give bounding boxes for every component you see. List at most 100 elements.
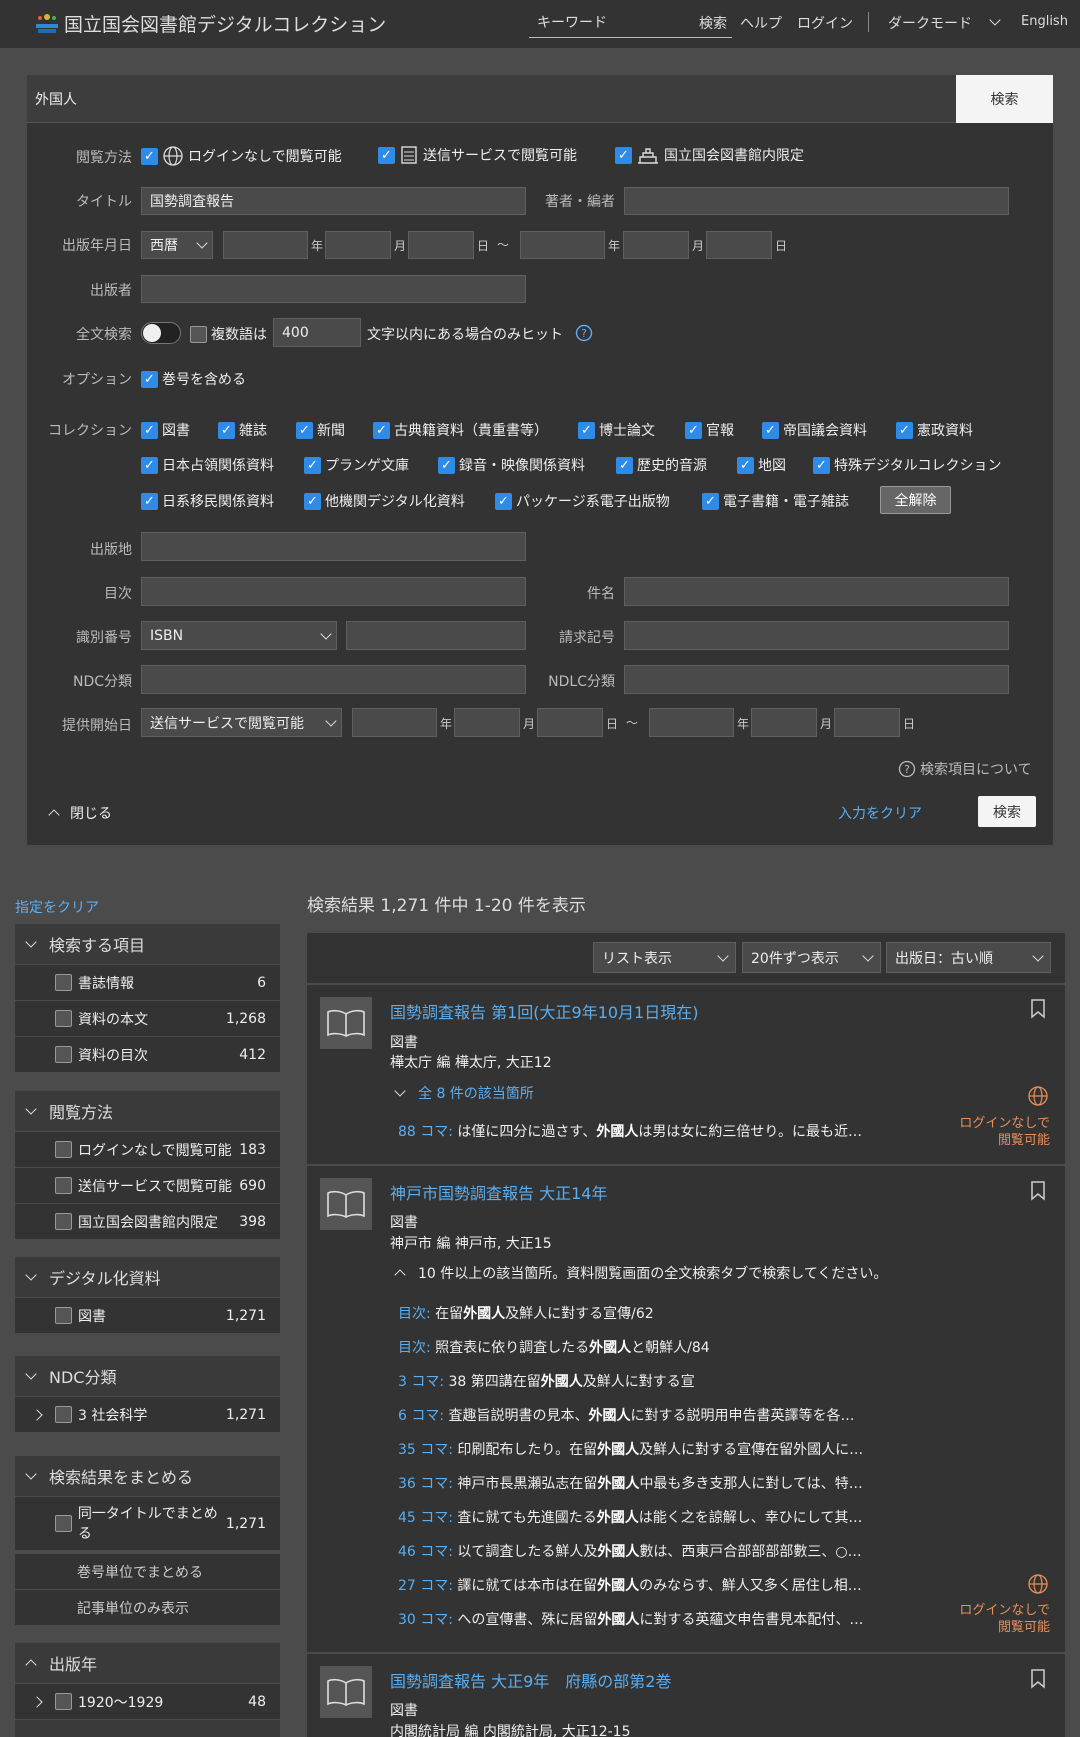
collection-item[interactable]: ✓ 帝国議会資料 <box>762 420 867 440</box>
checkbox-unchecked[interactable] <box>55 1406 72 1423</box>
checkbox-checked[interactable]: ✓ <box>141 492 158 510</box>
toc-input[interactable] <box>141 577 526 606</box>
checkbox-checked[interactable]: ✓ <box>616 456 633 474</box>
hits-toggle[interactable]: 全 8 件の該当箇所 <box>394 1083 534 1103</box>
checkbox-unchecked[interactable] <box>55 1307 72 1324</box>
id-input[interactable] <box>346 621 526 650</box>
checkbox-unchecked[interactable] <box>55 974 72 991</box>
collection-item[interactable]: ✓ プランゲ文庫 <box>304 455 409 475</box>
snippet[interactable]: 45 コマ: 査に就ても先進國たる外國人は能く之を諒解し、幸ひにして其… <box>398 1507 862 1527</box>
collection-item[interactable]: ✓ 憲政資料 <box>896 420 973 440</box>
collection-item[interactable]: ✓ 古典籍資料（貴重書等） <box>373 420 548 440</box>
close-panel-button[interactable]: 閉じる <box>48 803 112 823</box>
book-thumbnail-icon[interactable] <box>320 1178 372 1230</box>
facet-item[interactable]: 図書 1,271 <box>15 1297 280 1333</box>
facet-item[interactable]: 国立国会図書館内限定 398 <box>15 1203 280 1239</box>
facet-item[interactable]: 資料の本文 1,268 <box>15 1000 280 1036</box>
query-search-button[interactable]: 検索 <box>956 75 1053 123</box>
callno-input[interactable] <box>624 621 1009 650</box>
facet-item[interactable]: 資料の目次 412 <box>15 1036 280 1072</box>
pubdate-to-year[interactable] <box>520 231 605 259</box>
facet-item[interactable]: 書誌情報 6 <box>15 964 280 1000</box>
chevron-right-icon[interactable] <box>31 1695 43 1708</box>
facet-header[interactable]: 出版年 <box>15 1643 280 1683</box>
help-circle-icon[interactable]: ? <box>575 324 593 342</box>
checkbox-checked[interactable]: ✓ <box>304 492 321 510</box>
multi-word-checkbox[interactable]: 複数語は <box>190 324 267 344</box>
english-link[interactable]: English <box>1021 14 1068 29</box>
collection-item[interactable]: ✓ 雑誌 <box>218 420 267 440</box>
checkbox-checked[interactable]: ✓ <box>737 456 754 474</box>
snippet-key[interactable]: 27 コマ: <box>398 1578 453 1594</box>
checkbox-checked[interactable]: ✓ <box>685 421 702 439</box>
collection-item[interactable]: ✓ 特殊デジタルコレクション <box>813 455 1001 475</box>
facet-item[interactable]: 送信サービスで閲覧可能 690 <box>15 1167 280 1203</box>
pubdate-from-year[interactable] <box>223 231 308 259</box>
result-title[interactable]: 国勢調査報告 第1回(大正9年10月1日現在) <box>390 999 698 1023</box>
view-select[interactable]: リスト表示 <box>593 942 736 973</box>
pubdate-from-day[interactable] <box>408 231 474 259</box>
snippet-key[interactable]: 36 コマ: <box>398 1476 453 1492</box>
facet-header[interactable]: NDC分類 <box>15 1356 280 1396</box>
snippet[interactable]: 46 コマ: 以て調査したる鮮人及外國人數は、西東戸合部部部部數三、○… <box>398 1541 862 1561</box>
ndc-input[interactable] <box>141 665 526 694</box>
collection-item[interactable]: ✓ 日系移民関係資料 <box>141 491 274 511</box>
collection-item[interactable]: ✓ 他機関デジタル化資料 <box>304 491 465 511</box>
pubdate-to-day[interactable] <box>706 231 772 259</box>
snippet-key[interactable]: 30 コマ: <box>398 1612 453 1628</box>
checkbox-checked[interactable]: ✓ <box>218 421 235 439</box>
snippet[interactable]: 30 コマ: への宣傳書、殊に居留外國人に對する英蘊文申告書見本配付、… <box>398 1609 863 1629</box>
ndlc-input[interactable] <box>624 665 1009 694</box>
checkbox-checked[interactable]: ✓ <box>304 456 321 474</box>
checkbox-checked[interactable]: ✓ <box>373 421 390 439</box>
snippet[interactable]: 3 コマ: 38 第四講在留外國人及鮮人に對する宣 <box>398 1371 695 1391</box>
collection-item[interactable]: ✓ 日本占領関係資料 <box>141 455 274 475</box>
snippet-key[interactable]: 88 コマ: <box>398 1124 453 1140</box>
checkbox-unchecked[interactable] <box>55 1177 72 1194</box>
checkbox-unchecked[interactable] <box>55 1046 72 1063</box>
result-title[interactable]: 国勢調査報告 大正9年 府縣の部第2巻 <box>390 1668 671 1692</box>
access-option-nologin[interactable]: ✓ ログインなしで閲覧可能 <box>141 145 342 167</box>
checkbox-unchecked[interactable] <box>190 325 207 343</box>
snippet[interactable]: 目次: 照査表に依り調査したる外國人と朝鮮人/84 <box>398 1337 710 1357</box>
checkbox-checked[interactable]: ✓ <box>495 492 512 510</box>
access-option-inlibrary[interactable]: ✓ 国立国会図書館内限定 <box>615 145 804 165</box>
facet-header[interactable]: 検索する項目 <box>15 924 280 964</box>
distance-input[interactable] <box>273 318 361 347</box>
facet-item[interactable]: 3 社会科学 1,271 <box>15 1396 280 1432</box>
facet-item[interactable]: 同一タイトルでまとめる 1,271 <box>15 1496 280 1550</box>
sort-select[interactable]: 出版日：古い順 <box>886 942 1051 973</box>
checkbox-unchecked[interactable] <box>55 1515 72 1532</box>
checkbox-unchecked[interactable] <box>55 1693 72 1710</box>
clear-input-link[interactable]: 入力をクリア <box>838 803 922 823</box>
snippet-key[interactable]: 46 コマ: <box>398 1544 453 1560</box>
checkbox-checked[interactable]: ✓ <box>615 146 632 164</box>
snippet[interactable]: 36 コマ: 神戸市長黒瀬弘志在留外國人中最も多き支那人に對しては、特… <box>398 1473 863 1493</box>
provide-from-year[interactable] <box>352 708 437 737</box>
subject-input[interactable] <box>624 577 1009 606</box>
provide-to-month[interactable] <box>751 708 817 737</box>
checkbox-unchecked[interactable] <box>55 1213 72 1230</box>
about-search-fields-link[interactable]: ? 検索項目について <box>898 759 1032 779</box>
provide-from-month[interactable] <box>454 708 520 737</box>
snippet[interactable]: 88 コマ: は僅に四分に過さす、外國人は男は女に約三倍せり。に最も近… <box>398 1121 862 1141</box>
collection-item[interactable]: ✓ 地図 <box>737 455 786 475</box>
collection-item[interactable]: ✓ 歴史的音源 <box>616 455 707 475</box>
checkbox-checked[interactable]: ✓ <box>438 456 455 474</box>
provide-from-day[interactable] <box>537 708 603 737</box>
chevron-right-icon[interactable] <box>31 1408 43 1421</box>
collection-item[interactable]: ✓ 電子書籍・電子雑誌 <box>702 491 849 511</box>
facet-item[interactable]: 記事単位のみ表示 <box>15 1589 280 1625</box>
facet-item[interactable]: 巻号単位でまとめる <box>15 1553 280 1589</box>
advanced-search-button[interactable]: 検索 <box>978 796 1036 827</box>
snippet[interactable]: 目次: 在留外國人及鮮人に對する宣傳/62 <box>398 1303 654 1323</box>
checkbox-checked[interactable]: ✓ <box>378 146 395 164</box>
checkbox-checked[interactable]: ✓ <box>141 421 158 439</box>
provide-to-year[interactable] <box>649 708 734 737</box>
facet-header[interactable]: 検索結果をまとめる <box>15 1456 280 1496</box>
book-thumbnail-icon[interactable] <box>320 1666 372 1718</box>
dark-mode-selector[interactable]: ダークモード <box>888 13 972 33</box>
snippet-key[interactable]: 35 コマ: <box>398 1442 453 1458</box>
bookmark-icon[interactable] <box>1030 999 1046 1019</box>
clear-all-collections-button[interactable]: 全解除 <box>880 486 951 514</box>
